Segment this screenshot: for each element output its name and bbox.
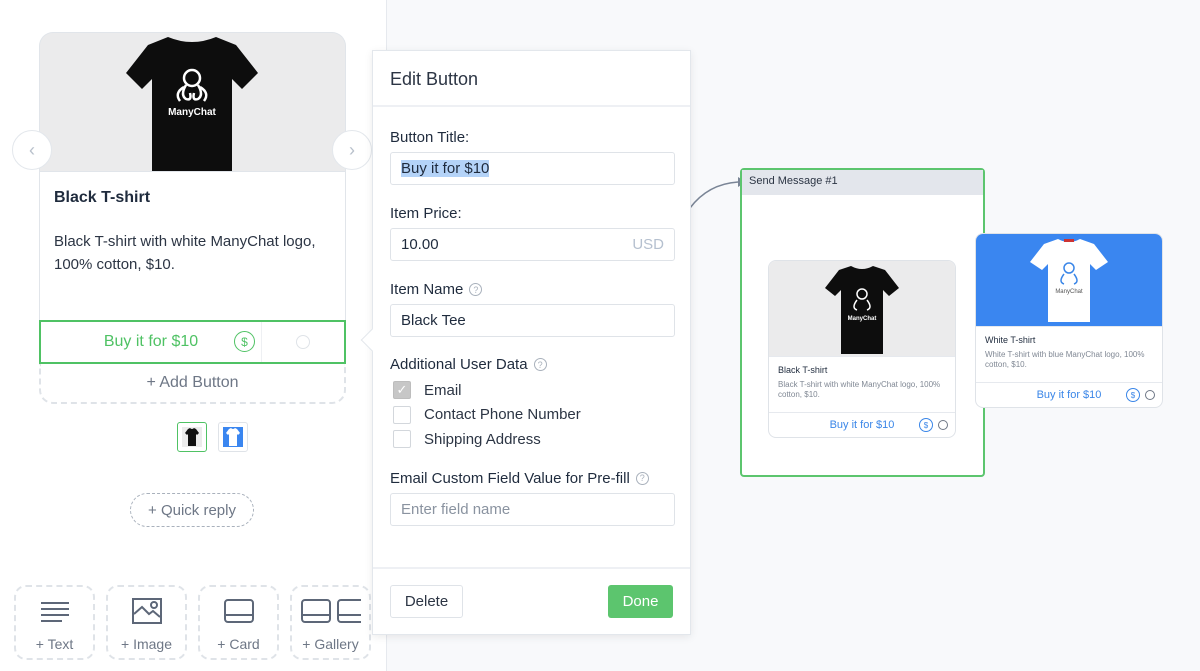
prev-card-button[interactable]: ‹ <box>12 130 52 170</box>
add-button[interactable]: + Add Button <box>39 364 346 404</box>
flow-card-buy-button[interactable]: Buy it for $10 $ <box>976 382 1162 407</box>
card-title[interactable]: Black T-shirt <box>54 189 331 207</box>
buy-button[interactable]: Buy it for $10 $ <box>41 322 262 362</box>
node-title[interactable]: Send Message #1 <box>742 170 983 195</box>
help-icon[interactable]: ? <box>635 471 649 485</box>
flow-card-buy-button[interactable]: Buy it for $10 $ <box>769 412 955 437</box>
flow-connection-arrow <box>689 177 746 209</box>
logo-text: ManyChat <box>848 316 877 322</box>
checkbox-label: Contact Phone Number <box>424 406 581 424</box>
white-tshirt-thumb-icon <box>226 428 240 446</box>
popover-title: Edit Button <box>373 51 690 107</box>
item-name-input[interactable]: Black Tee <box>390 304 675 337</box>
checkbox-checked-icon[interactable]: ✓ <box>393 381 411 400</box>
email-custom-field-input[interactable]: Enter field name <box>390 492 675 526</box>
delete-button[interactable]: Delete <box>390 585 463 618</box>
checkbox-unchecked-icon[interactable] <box>393 405 411 424</box>
flow-card-white-tshirt[interactable]: ManyChat White T-shirt White T-shirt wit… <box>975 233 1163 408</box>
card-button-selected[interactable]: Buy it for $10 $ <box>39 320 346 364</box>
email-custom-field-placeholder: Enter field name <box>401 500 511 518</box>
black-tshirt-thumb-icon <box>185 428 199 446</box>
add-image-button[interactable]: + Image <box>106 585 187 660</box>
buy-button-label: Buy it for $10 <box>103 333 199 350</box>
gallery-card[interactable]: ManyChat Black T-shirt Black T-shirt wit… <box>39 32 346 320</box>
image-icon <box>131 598 162 624</box>
card-description[interactable]: Black T-shirt with white ManyChat logo, … <box>54 230 331 276</box>
checkbox-unchecked-icon[interactable] <box>393 430 411 449</box>
logo-text: ManyChat <box>1055 289 1083 295</box>
button-title-label: Button Title: <box>390 129 470 146</box>
additional-user-data-label: Additional User Data ? <box>390 356 673 373</box>
item-name-label: Item Name ? <box>390 281 673 298</box>
thumbnail-white-tshirt[interactable] <box>218 422 248 452</box>
card-image[interactable]: ManyChat <box>39 32 346 171</box>
connector-dot-icon[interactable] <box>1145 390 1155 400</box>
checkbox-shipping[interactable]: Shipping Address <box>393 427 673 452</box>
currency-suffix: USD <box>632 236 664 253</box>
add-image-label: + Image <box>121 636 172 652</box>
add-card-button[interactable]: + Card <box>198 585 279 660</box>
card-body: Black T-shirt Black T-shirt with white M… <box>39 171 346 320</box>
help-icon[interactable]: ? <box>469 283 483 296</box>
flow-card-title: White T-shirt <box>985 335 1036 345</box>
help-icon[interactable]: ? <box>533 358 547 371</box>
done-button[interactable]: Done <box>608 585 673 618</box>
checkbox-label: Shipping Address <box>424 430 541 448</box>
chevron-right-icon: › <box>349 139 355 160</box>
logo-text: ManyChat <box>168 107 216 118</box>
connector-dot-icon[interactable] <box>296 335 310 349</box>
add-gallery-label: + Gallery <box>302 636 359 652</box>
gallery-icon <box>300 599 361 623</box>
dollar-icon: $ <box>234 331 255 352</box>
item-price-label: Item Price: <box>390 205 462 222</box>
button-title-input[interactable]: Buy it for $10 <box>390 152 675 185</box>
add-card-label: + Card <box>217 636 260 652</box>
checkbox-email[interactable]: ✓ Email <box>393 378 673 403</box>
add-gallery-button[interactable]: + Gallery <box>290 585 371 660</box>
item-price-value: 10.00 <box>401 236 439 253</box>
black-tshirt-image: ManyChat <box>126 37 258 171</box>
card-thumbnails <box>177 422 248 452</box>
card-icon <box>223 599 254 623</box>
chevron-left-icon: ‹ <box>29 139 35 160</box>
flow-card-description: Black T-shirt with white ManyChat logo, … <box>778 380 941 399</box>
flow-card-black-tshirt[interactable]: ManyChat Black T-shirt Black T-shirt wit… <box>768 260 956 438</box>
message-editor-panel: ManyChat Black T-shirt Black T-shirt wit… <box>0 0 387 671</box>
flow-card-title: Black T-shirt <box>778 365 828 375</box>
edit-button-popover: Edit Button Button Title: Buy it for $10… <box>360 50 691 635</box>
dollar-icon: $ <box>1126 388 1140 402</box>
connector-dot-icon[interactable] <box>938 420 948 430</box>
email-custom-field-label: Email Custom Field Value for Pre-fill ? <box>390 470 673 487</box>
button-title-value: Buy it for $10 <box>401 160 490 177</box>
item-price-input[interactable]: 10.00 USD <box>390 228 675 261</box>
white-tshirt-image: ManyChat <box>1030 239 1108 322</box>
quick-reply-button[interactable]: + Quick reply <box>130 493 254 527</box>
add-text-button[interactable]: + Text <box>14 585 95 660</box>
next-card-button[interactable]: › <box>332 130 372 170</box>
dollar-icon: $ <box>919 418 933 432</box>
black-tshirt-image: ManyChat <box>825 265 899 354</box>
checkbox-phone[interactable]: Contact Phone Number <box>393 403 673 428</box>
text-lines-icon <box>40 602 69 622</box>
flow-buy-label: Buy it for $10 <box>829 419 895 431</box>
add-text-label: + Text <box>35 636 74 652</box>
checkbox-label: Email <box>424 381 462 399</box>
item-name-value: Black Tee <box>401 312 466 329</box>
flow-buy-label: Buy it for $10 <box>1036 389 1102 401</box>
flow-card-description: White T-shirt with blue ManyChat logo, 1… <box>985 350 1145 369</box>
button-connector[interactable] <box>262 322 344 362</box>
popover-footer: Delete Done <box>373 567 690 634</box>
thumbnail-black-tshirt[interactable] <box>177 422 207 452</box>
